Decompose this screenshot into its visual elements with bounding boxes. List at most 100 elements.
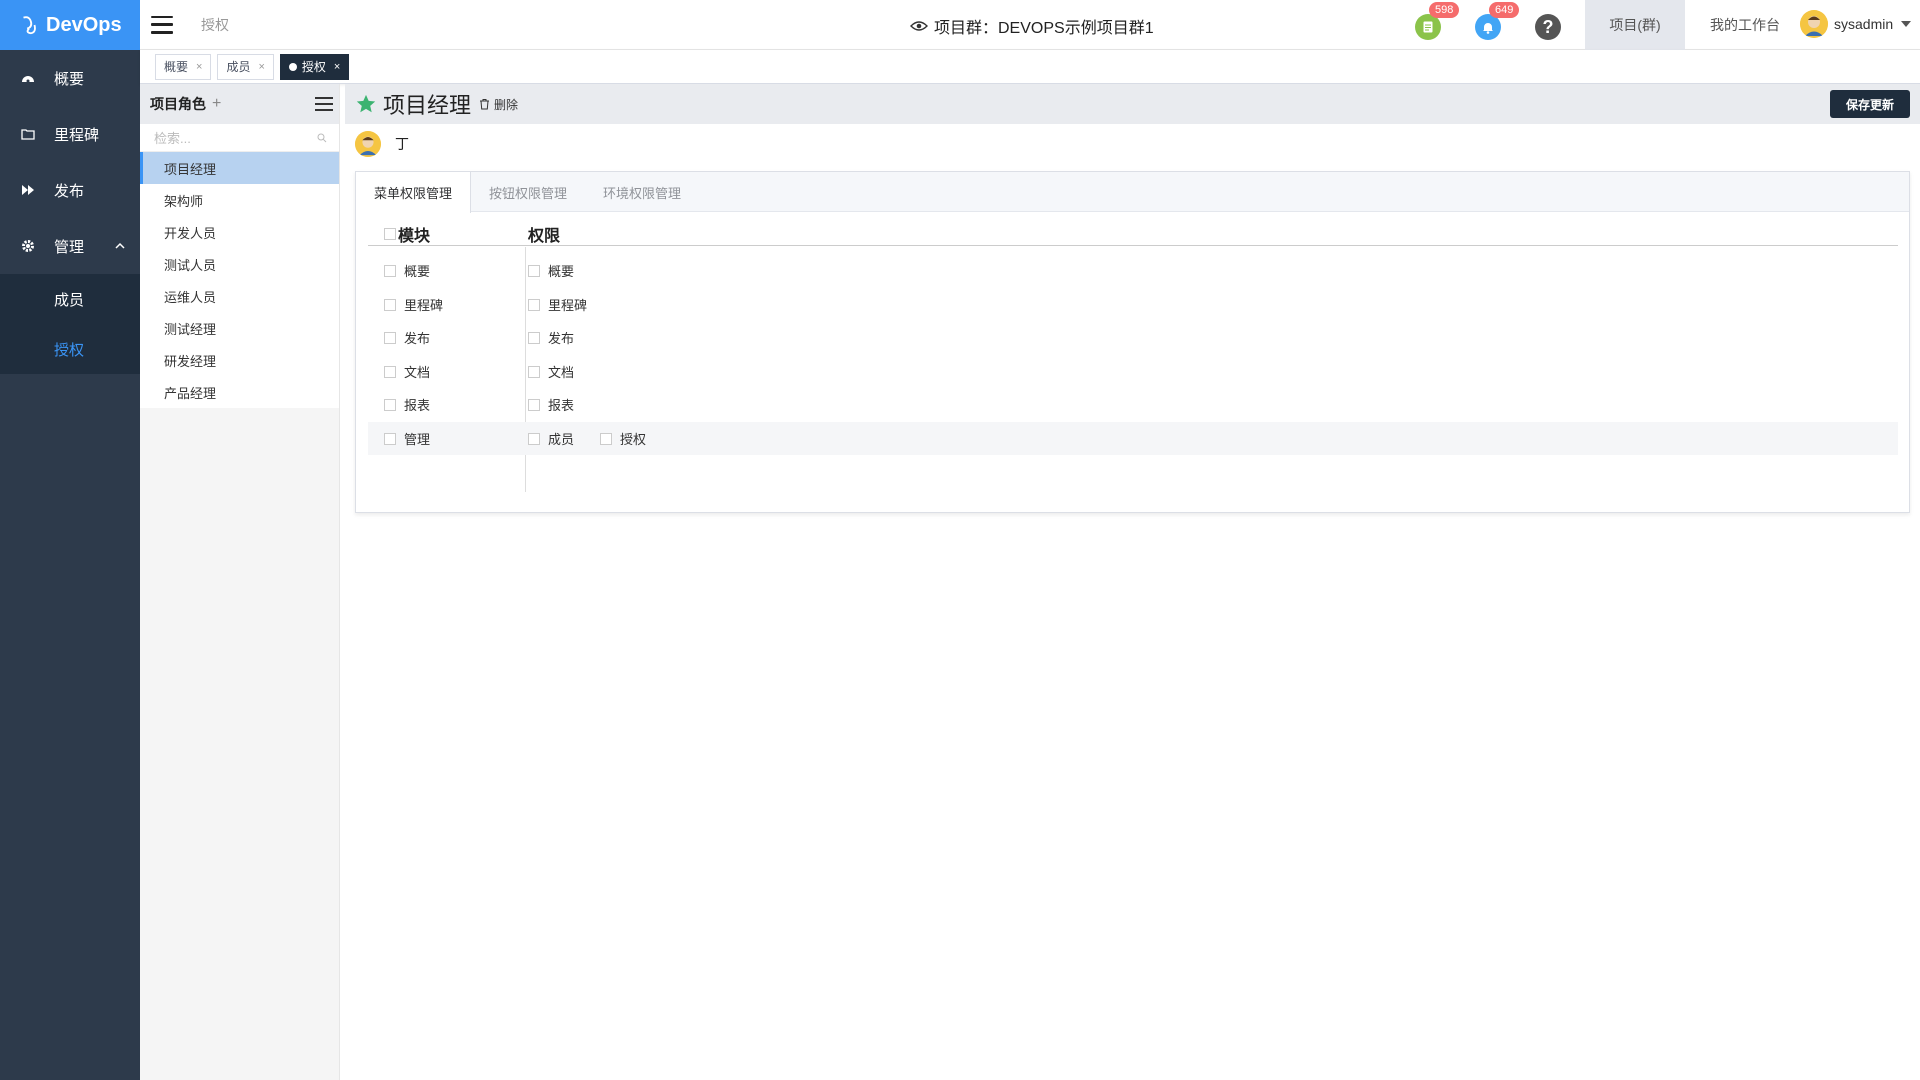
bell-icon [1483,22,1493,34]
permission-checkbox[interactable] [600,432,613,445]
tab-button-permissions[interactable]: 按钮权限管理 [471,172,585,212]
role-item-architect[interactable]: 架构师 [140,184,339,216]
folder-icon [20,126,36,142]
sidebar-item-milestone[interactable]: 里程碑 [0,106,140,162]
close-icon[interactable]: × [334,61,340,73]
avatar[interactable] [355,131,381,157]
role-item-project-manager[interactable]: 项目经理 [140,152,339,184]
role-item-product-manager[interactable]: 产品经理 [140,376,339,408]
role-member-row: 丁 [345,124,1920,164]
module-checkbox[interactable] [384,398,396,411]
tag-authorization[interactable]: 授权 × [279,53,350,80]
role-title-bar: 项目经理 删除 保存更新 [345,84,1920,124]
permission-checkbox[interactable] [528,331,540,344]
question-icon: ? [1542,16,1554,37]
role-panel: 项目角色 + 检索... 项目经理 架构师 开发人员 测试人员 运维人员 测试经… [140,84,340,1080]
module-label: 里程碑 [404,298,444,313]
sidebar-item-manage[interactable]: 管理 [0,218,140,274]
role-item-tester[interactable]: 测试人员 [140,248,339,280]
module-checkbox[interactable] [384,432,396,445]
avatar [1800,10,1828,38]
permission-label: 里程碑 [548,298,588,313]
close-icon[interactable]: × [196,61,202,73]
sidebar: DevOps 概要 里程碑 发布 管理 成员 授权 [0,0,140,1080]
caret-down-icon [1901,21,1912,27]
sidebar-item-release[interactable]: 发布 [0,162,140,218]
sidebar-subitem-authorization[interactable]: 授权 [0,324,140,374]
role-item-ops[interactable]: 运维人员 [140,280,339,312]
tab-my-workbench[interactable]: 我的工作台 [1695,0,1795,50]
permission-tabs: 菜单权限管理 按钮权限管理 环境权限管理 [356,172,1909,213]
sidebar-item-label: 概要 [54,70,85,88]
delete-role-button[interactable]: 删除 [479,96,518,113]
role-item-dev-manager[interactable]: 研发经理 [140,344,339,376]
role-search-input[interactable]: 检索... [140,124,339,152]
sidebar-item-overview[interactable]: 概要 [0,50,140,106]
module-checkbox[interactable] [384,365,396,378]
trash-icon [480,99,490,110]
module-checkbox[interactable] [384,331,396,344]
top-header: 授权 项目群：DEVOPS示例项目群1 598 649 ? 项目(群) 我的工作… [140,0,1920,50]
close-icon[interactable]: × [258,61,264,73]
tab-menu-permissions[interactable]: 菜单权限管理 [356,172,472,213]
permission-checkbox[interactable] [528,365,540,378]
module-label: 管理 [404,432,431,447]
user-menu[interactable]: sysadmin [1800,10,1912,38]
module-label: 概要 [404,264,431,279]
permission-checkbox[interactable] [528,298,540,311]
add-role-button[interactable]: + [212,95,221,113]
module-checkbox[interactable] [384,264,396,277]
search-icon [317,133,327,142]
module-checkbox[interactable] [384,298,396,311]
role-list: 项目经理 架构师 开发人员 测试人员 运维人员 测试经理 研发经理 产品经理 [140,152,339,408]
permission-table-header: 模块 权限 [368,222,1898,246]
brand-logo[interactable]: DevOps [0,0,140,50]
help-button[interactable]: ? [1535,14,1561,40]
chevron-up-icon[interactable] [114,240,126,252]
page-title: 项目经理 [383,93,472,118]
hamburger-menu-icon[interactable] [151,15,173,34]
document-icon [1423,21,1433,33]
permission-checkbox[interactable] [528,398,540,411]
permission-checkbox[interactable] [528,264,540,277]
role-panel-title: 项目角色 [150,96,206,112]
tag-overview[interactable]: 概要 × [155,53,212,80]
select-all-checkbox[interactable] [384,228,396,240]
list-menu-icon[interactable] [315,97,333,111]
star-icon [356,94,376,113]
breadcrumb: 授权 [201,16,229,33]
tag-members[interactable]: 成员 × [217,53,274,80]
devops-logo-icon [23,16,36,35]
module-label: 报表 [404,398,431,413]
tags-view: 概要 × 成员 × 授权 × [140,50,1920,84]
permission-checkbox[interactable] [528,432,540,445]
fast-forward-icon [20,182,36,198]
tab-env-permissions[interactable]: 环境权限管理 [585,172,699,212]
tab-projects[interactable]: 项目(群) [1585,0,1685,50]
sidebar-subitem-members[interactable]: 成员 [0,274,140,324]
manage-submenu: 成员 授权 [0,274,140,374]
permission-label: 授权 [620,432,647,447]
notification-button[interactable]: 649 [1475,2,1520,40]
tag-label: 概要 [164,60,189,74]
username: sysadmin [1834,16,1894,32]
table-row: 报表 报表 [368,388,1898,421]
permission-column-header: 权限 [528,228,561,245]
module-label: 文档 [404,365,431,380]
sidebar-item-label: 管理 [54,238,85,256]
save-update-button[interactable]: 保存更新 [1829,90,1910,118]
delete-label: 删除 [494,97,519,112]
table-row: 文档 文档 [368,355,1898,388]
table-row: 发布 发布 [368,321,1898,354]
todo-button[interactable]: 598 [1415,2,1460,40]
role-item-developer[interactable]: 开发人员 [140,216,339,248]
role-item-test-manager[interactable]: 测试经理 [140,312,339,344]
project-group-selector[interactable]: 项目群：DEVOPS示例项目群1 [910,14,1154,38]
table-row: 里程碑 里程碑 [368,288,1898,321]
permission-label: 概要 [548,264,575,279]
project-title: 项目群：DEVOPS示例项目群1 [934,20,1154,37]
table-row: 概要 概要 [368,254,1898,287]
gear-icon [20,238,36,254]
permission-label: 发布 [548,331,575,346]
sidebar-item-label: 发布 [54,182,85,200]
